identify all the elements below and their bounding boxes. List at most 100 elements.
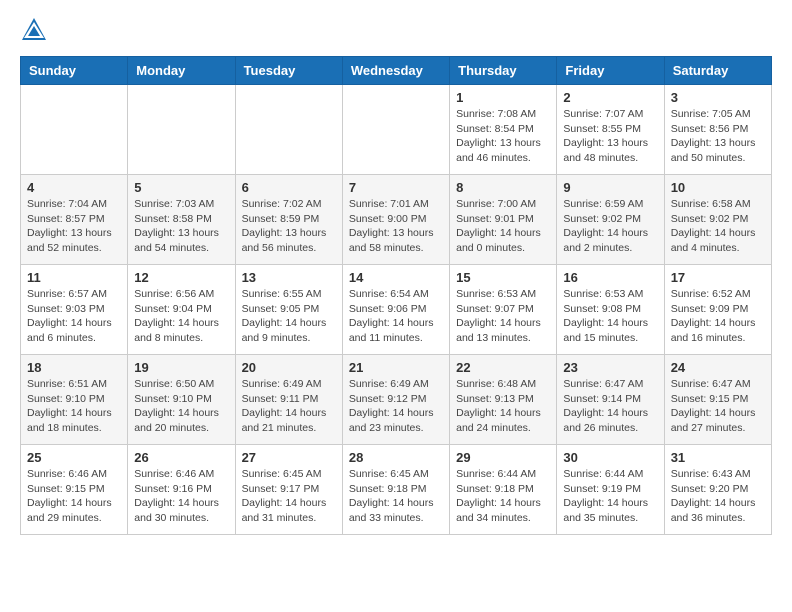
day-number: 1 xyxy=(456,90,550,105)
calendar-cell: 13 Sunrise: 6:55 AM Sunset: 9:05 PM Dayli… xyxy=(235,265,342,355)
day-info: Sunrise: 6:52 AM Sunset: 9:09 PM Dayligh… xyxy=(671,287,765,346)
calendar-cell: 7 Sunrise: 7:01 AM Sunset: 9:00 PM Daylig… xyxy=(342,175,449,265)
day-info: Sunrise: 7:03 AM Sunset: 8:58 PM Dayligh… xyxy=(134,197,228,256)
day-info: Sunrise: 7:01 AM Sunset: 9:00 PM Dayligh… xyxy=(349,197,443,256)
calendar-cell: 22 Sunrise: 6:48 AM Sunset: 9:13 PM Dayli… xyxy=(450,355,557,445)
header-row: SundayMondayTuesdayWednesdayThursdayFrid… xyxy=(21,57,772,85)
calendar-cell: 31 Sunrise: 6:43 AM Sunset: 9:20 PM Dayli… xyxy=(664,445,771,535)
day-info: Sunrise: 6:43 AM Sunset: 9:20 PM Dayligh… xyxy=(671,467,765,526)
day-info: Sunrise: 6:56 AM Sunset: 9:04 PM Dayligh… xyxy=(134,287,228,346)
header-day-tuesday: Tuesday xyxy=(235,57,342,85)
day-number: 19 xyxy=(134,360,228,375)
header-day-wednesday: Wednesday xyxy=(342,57,449,85)
calendar-cell: 16 Sunrise: 6:53 AM Sunset: 9:08 PM Dayli… xyxy=(557,265,664,355)
calendar-table: SundayMondayTuesdayWednesdayThursdayFrid… xyxy=(20,56,772,535)
day-info: Sunrise: 7:07 AM Sunset: 8:55 PM Dayligh… xyxy=(563,107,657,166)
day-number: 15 xyxy=(456,270,550,285)
day-number: 5 xyxy=(134,180,228,195)
day-number: 18 xyxy=(27,360,121,375)
day-number: 10 xyxy=(671,180,765,195)
calendar-cell: 19Sunrise: 6:50 AM Sunset: 9:10 PM Dayli… xyxy=(128,355,235,445)
day-info: Sunrise: 6:45 AM Sunset: 9:17 PM Dayligh… xyxy=(242,467,336,526)
calendar-cell: 25Sunrise: 6:46 AM Sunset: 9:15 PM Dayli… xyxy=(21,445,128,535)
day-number: 13 xyxy=(242,270,336,285)
day-number: 4 xyxy=(27,180,121,195)
day-info: Sunrise: 6:46 AM Sunset: 9:16 PM Dayligh… xyxy=(134,467,228,526)
calendar-body: 1 Sunrise: 7:08 AM Sunset: 8:54 PM Daylig… xyxy=(21,85,772,535)
calendar-cell: 12 Sunrise: 6:56 AM Sunset: 9:04 PM Dayli… xyxy=(128,265,235,355)
day-info: Sunrise: 6:46 AM Sunset: 9:15 PM Dayligh… xyxy=(27,467,121,526)
day-info: Sunrise: 6:47 AM Sunset: 9:15 PM Dayligh… xyxy=(671,377,765,436)
day-info: Sunrise: 6:49 AM Sunset: 9:12 PM Dayligh… xyxy=(349,377,443,436)
day-number: 21 xyxy=(349,360,443,375)
header-day-sunday: Sunday xyxy=(21,57,128,85)
day-number: 27 xyxy=(242,450,336,465)
day-number: 9 xyxy=(563,180,657,195)
day-info: Sunrise: 6:49 AM Sunset: 9:11 PM Dayligh… xyxy=(242,377,336,436)
day-number: 7 xyxy=(349,180,443,195)
header-day-thursday: Thursday xyxy=(450,57,557,85)
header xyxy=(20,16,772,44)
calendar-cell: 21 Sunrise: 6:49 AM Sunset: 9:12 PM Dayli… xyxy=(342,355,449,445)
calendar-cell: 18 Sunrise: 6:51 AM Sunset: 9:10 PM Dayli… xyxy=(21,355,128,445)
day-info: Sunrise: 7:08 AM Sunset: 8:54 PM Dayligh… xyxy=(456,107,550,166)
day-number: 16 xyxy=(563,270,657,285)
calendar-cell: 10 Sunrise: 6:58 AM Sunset: 9:02 PM Dayli… xyxy=(664,175,771,265)
calendar-cell xyxy=(21,85,128,175)
day-number: 24 xyxy=(671,360,765,375)
calendar-cell: 26 Sunrise: 6:46 AM Sunset: 9:16 PM Dayli… xyxy=(128,445,235,535)
day-info: Sunrise: 6:54 AM Sunset: 9:06 PM Dayligh… xyxy=(349,287,443,346)
calendar-cell: 9 Sunrise: 6:59 AM Sunset: 9:02 PM Daylig… xyxy=(557,175,664,265)
day-number: 3 xyxy=(671,90,765,105)
calendar-cell: 14 Sunrise: 6:54 AM Sunset: 9:06 PM Dayli… xyxy=(342,265,449,355)
calendar-week-2: 4 Sunrise: 7:04 AM Sunset: 8:57 PM Daylig… xyxy=(21,175,772,265)
day-info: Sunrise: 6:44 AM Sunset: 9:18 PM Dayligh… xyxy=(456,467,550,526)
day-info: Sunrise: 6:58 AM Sunset: 9:02 PM Dayligh… xyxy=(671,197,765,256)
day-info: Sunrise: 6:44 AM Sunset: 9:19 PM Dayligh… xyxy=(563,467,657,526)
calendar-cell: 30Sunrise: 6:44 AM Sunset: 9:19 PM Dayli… xyxy=(557,445,664,535)
day-number: 31 xyxy=(671,450,765,465)
day-info: Sunrise: 6:48 AM Sunset: 9:13 PM Dayligh… xyxy=(456,377,550,436)
day-number: 28 xyxy=(349,450,443,465)
day-number: 8 xyxy=(456,180,550,195)
day-info: Sunrise: 6:45 AM Sunset: 9:18 PM Dayligh… xyxy=(349,467,443,526)
calendar-week-4: 18 Sunrise: 6:51 AM Sunset: 9:10 PM Dayli… xyxy=(21,355,772,445)
calendar-cell: 23 Sunrise: 6:47 AM Sunset: 9:14 PM Dayli… xyxy=(557,355,664,445)
day-info: Sunrise: 6:57 AM Sunset: 9:03 PM Dayligh… xyxy=(27,287,121,346)
calendar-cell: 11 Sunrise: 6:57 AM Sunset: 9:03 PM Dayli… xyxy=(21,265,128,355)
calendar-week-1: 1 Sunrise: 7:08 AM Sunset: 8:54 PM Daylig… xyxy=(21,85,772,175)
calendar-cell xyxy=(128,85,235,175)
day-number: 6 xyxy=(242,180,336,195)
day-info: Sunrise: 7:04 AM Sunset: 8:57 PM Dayligh… xyxy=(27,197,121,256)
calendar-cell: 24 Sunrise: 6:47 AM Sunset: 9:15 PM Dayli… xyxy=(664,355,771,445)
day-info: Sunrise: 6:55 AM Sunset: 9:05 PM Dayligh… xyxy=(242,287,336,346)
logo-icon xyxy=(20,16,48,44)
day-number: 22 xyxy=(456,360,550,375)
day-info: Sunrise: 7:02 AM Sunset: 8:59 PM Dayligh… xyxy=(242,197,336,256)
day-number: 11 xyxy=(27,270,121,285)
page: SundayMondayTuesdayWednesdayThursdayFrid… xyxy=(0,0,792,551)
calendar-header: SundayMondayTuesdayWednesdayThursdayFrid… xyxy=(21,57,772,85)
day-number: 12 xyxy=(134,270,228,285)
day-info: Sunrise: 6:59 AM Sunset: 9:02 PM Dayligh… xyxy=(563,197,657,256)
day-info: Sunrise: 6:53 AM Sunset: 9:07 PM Dayligh… xyxy=(456,287,550,346)
calendar-week-5: 25Sunrise: 6:46 AM Sunset: 9:15 PM Dayli… xyxy=(21,445,772,535)
day-number: 17 xyxy=(671,270,765,285)
calendar-cell: 15 Sunrise: 6:53 AM Sunset: 9:07 PM Dayli… xyxy=(450,265,557,355)
day-number: 26 xyxy=(134,450,228,465)
day-number: 20 xyxy=(242,360,336,375)
day-number: 23 xyxy=(563,360,657,375)
day-info: Sunrise: 6:51 AM Sunset: 9:10 PM Dayligh… xyxy=(27,377,121,436)
calendar-week-3: 11 Sunrise: 6:57 AM Sunset: 9:03 PM Dayli… xyxy=(21,265,772,355)
calendar-cell: 6 Sunrise: 7:02 AM Sunset: 8:59 PM Daylig… xyxy=(235,175,342,265)
calendar-cell: 20 Sunrise: 6:49 AM Sunset: 9:11 PM Dayli… xyxy=(235,355,342,445)
calendar-cell: 28 Sunrise: 6:45 AM Sunset: 9:18 PM Dayli… xyxy=(342,445,449,535)
day-info: Sunrise: 6:47 AM Sunset: 9:14 PM Dayligh… xyxy=(563,377,657,436)
calendar-cell: 27 Sunrise: 6:45 AM Sunset: 9:17 PM Dayli… xyxy=(235,445,342,535)
day-info: Sunrise: 6:53 AM Sunset: 9:08 PM Dayligh… xyxy=(563,287,657,346)
day-number: 29 xyxy=(456,450,550,465)
calendar-cell: 5 Sunrise: 7:03 AM Sunset: 8:58 PM Daylig… xyxy=(128,175,235,265)
day-number: 14 xyxy=(349,270,443,285)
day-number: 2 xyxy=(563,90,657,105)
calendar-cell: 1 Sunrise: 7:08 AM Sunset: 8:54 PM Daylig… xyxy=(450,85,557,175)
